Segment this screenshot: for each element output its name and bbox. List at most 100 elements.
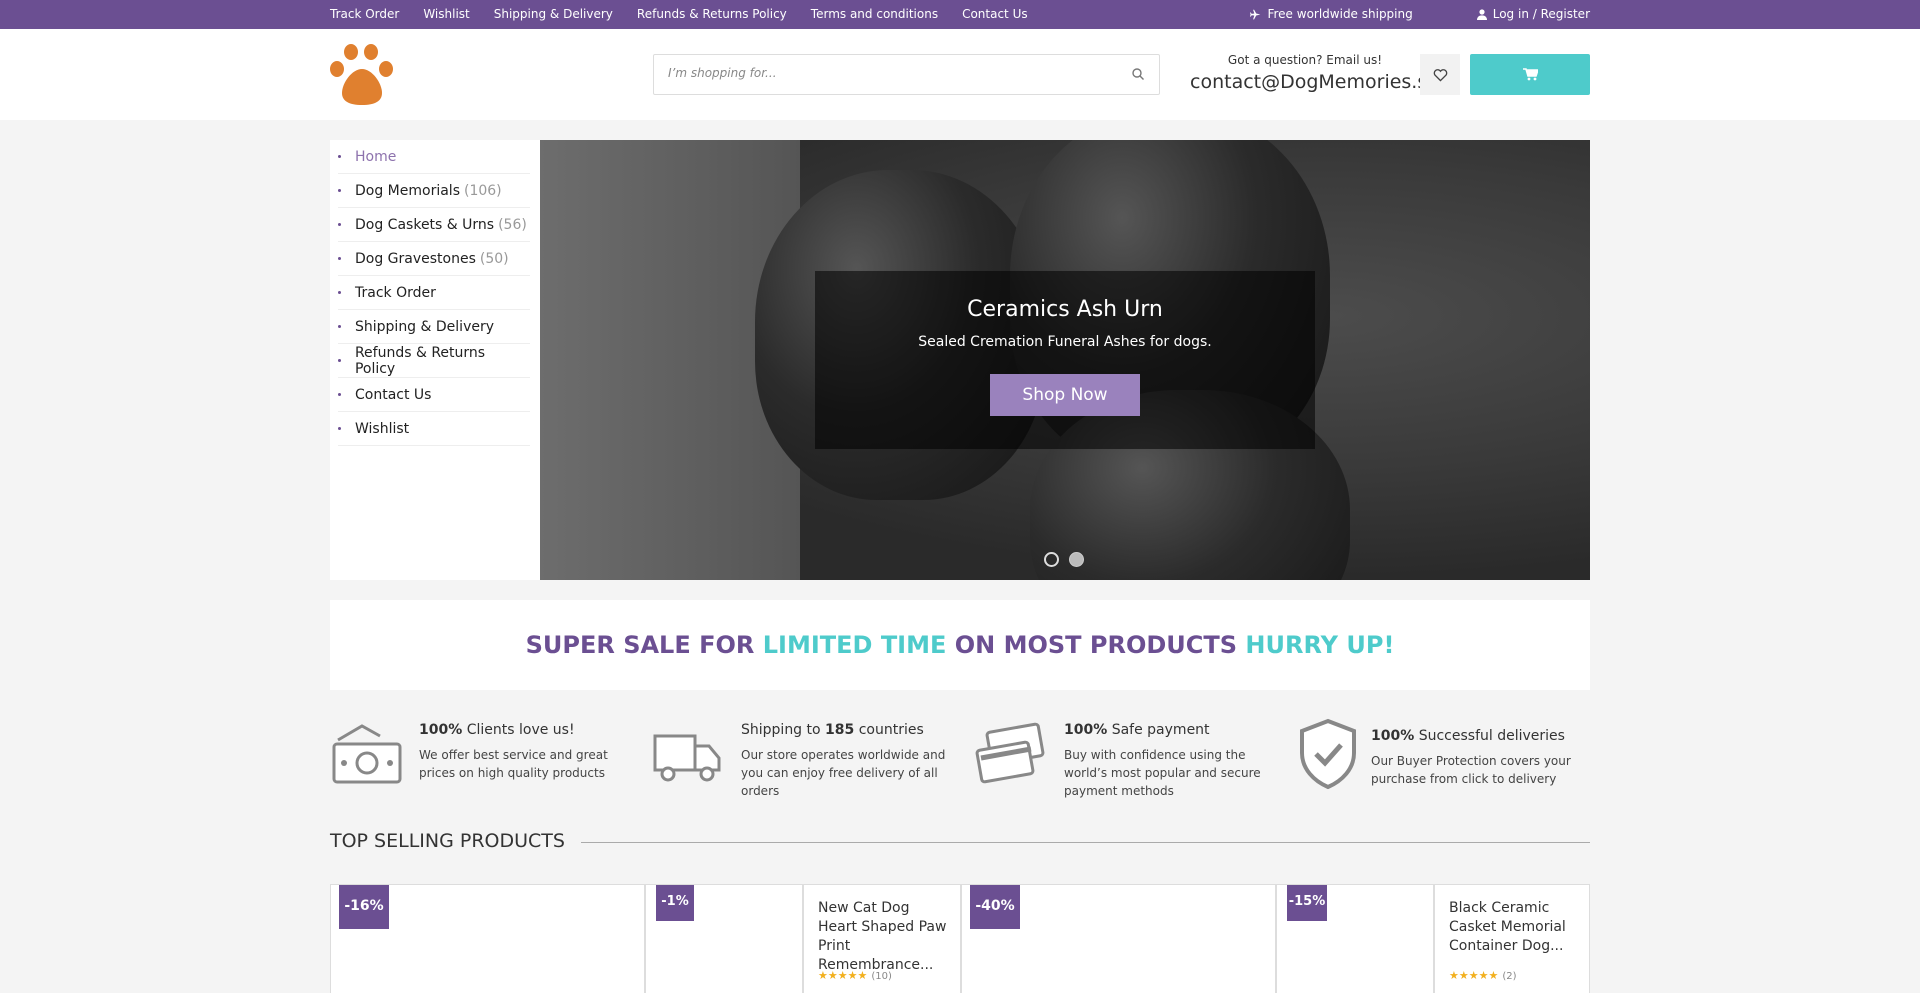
top-link-terms[interactable]: Terms and conditions <box>811 7 938 21</box>
bullet <box>338 189 341 192</box>
top-selling-header: TOP SELLING PRODUCTS <box>330 830 1590 856</box>
top-link-shipping[interactable]: Shipping & Delivery <box>494 7 613 21</box>
bullet <box>338 155 341 158</box>
heart-icon <box>1433 68 1447 82</box>
feature-title: Successful deliveries <box>1414 728 1565 744</box>
top-link-wishlist[interactable]: Wishlist <box>423 7 469 21</box>
credit-card-icon <box>975 722 1045 784</box>
feature-bold: 100% <box>1064 722 1108 738</box>
review-count: (10) <box>871 971 892 982</box>
sidebar-item-track-order[interactable]: Track Order <box>338 276 530 310</box>
contact-question: Got a question? Email us! <box>1227 53 1383 67</box>
feature-bold: 185 <box>825 722 855 738</box>
feature-desc: Our Buyer Protection covers your purchas… <box>1371 754 1571 786</box>
shop-now-button[interactable]: Shop Now <box>990 374 1140 416</box>
slider-dot-2[interactable] <box>1069 552 1084 567</box>
login-register-link[interactable]: Log in / Register <box>1476 7 1590 21</box>
sale-text-1: SUPER SALE FOR <box>525 631 763 659</box>
heading-divider <box>576 842 1590 843</box>
search-box <box>653 54 1160 95</box>
sidebar-item-label: Contact Us <box>355 386 432 403</box>
feature-desc: We offer best service and great prices o… <box>419 748 608 780</box>
top-right: Free worldwide shipping Log in / Registe… <box>1250 7 1590 21</box>
sale-text-3: ON MOST PRODUCTS <box>946 631 1246 659</box>
top-link-refunds[interactable]: Refunds & Returns Policy <box>637 7 787 21</box>
feature-title: Clients love us! <box>462 722 575 738</box>
product-grid: -16% -1% New Cat Dog Heart Shaped Paw Pr… <box>330 884 1590 993</box>
product-card[interactable]: -15% <box>1276 884 1434 993</box>
discount-badge: -15% <box>1287 885 1327 921</box>
cart-button[interactable] <box>1470 54 1590 95</box>
bullet <box>338 223 341 226</box>
sidebar-item-label: Dog Caskets & Urns <box>355 216 495 233</box>
wishlist-button[interactable] <box>1420 54 1460 95</box>
features-row: 100% Clients love us! We offer best serv… <box>330 718 1590 808</box>
product-card[interactable]: -40% <box>961 884 1276 993</box>
contact-block: Got a question? Email us! contact@DogMem… <box>1190 53 1420 93</box>
sidebar-item-dog-memorials[interactable]: Dog Memorials (106) <box>338 174 530 208</box>
sale-banner: SUPER SALE FOR LIMITED TIME ON MOST PROD… <box>330 600 1590 690</box>
slider-dots <box>1044 552 1084 567</box>
top-link-contact[interactable]: Contact Us <box>962 7 1028 21</box>
product-card[interactable]: -16% <box>330 884 645 993</box>
feature-bold: 100% <box>1371 728 1415 744</box>
feature-desc: Buy with confidence using the world’s mo… <box>1064 748 1261 798</box>
sidebar-item-contact-us[interactable]: Contact Us <box>338 378 530 412</box>
product-card[interactable]: -1% <box>645 884 803 993</box>
product-info-card[interactable]: Black Ceramic Casket Memorial Container … <box>1434 884 1590 993</box>
money-icon <box>332 724 402 784</box>
sidebar-item-count: (56) <box>498 216 527 233</box>
sidebar-item-shipping-delivery[interactable]: Shipping & Delivery <box>338 310 530 344</box>
feature-title: Safe payment <box>1107 722 1210 738</box>
sidebar-item-label: Refunds & Returns Policy <box>354 344 486 377</box>
sidebar-item-label: Track Order <box>355 284 436 301</box>
feature-text: 100% Clients love us! We offer best serv… <box>419 722 629 782</box>
top-links: Track Order Wishlist Shipping & Delivery… <box>330 7 1028 21</box>
product-name[interactable]: New Cat Dog Heart Shaped Paw Print Remem… <box>818 899 950 975</box>
product-rating: ★★★★★ (2) <box>1449 969 1516 982</box>
feature-heading: 100% Safe payment <box>1064 722 1274 738</box>
discount-badge: -1% <box>656 885 694 921</box>
plane-icon <box>1250 9 1261 19</box>
slider-dot-1[interactable] <box>1044 552 1059 567</box>
slide-caption: Ceramics Ash Urn Sealed Cremation Funera… <box>815 271 1315 449</box>
feature-title: countries <box>854 722 924 738</box>
sidebar-item-label: Wishlist <box>355 420 410 437</box>
bullet <box>338 291 341 294</box>
product-info-card[interactable]: New Cat Dog Heart Shaped Paw Print Remem… <box>803 884 961 993</box>
slide-subtitle: Sealed Cremation Funeral Ashes for dogs. <box>918 334 1212 350</box>
category-sidebar: Home Dog Memorials (106) Dog Caskets & Ur… <box>330 140 540 580</box>
sidebar-item-refunds-returns[interactable]: Refunds & Returns Policy <box>338 344 530 378</box>
sidebar-item-dog-gravestones[interactable]: Dog Gravestones (50) <box>338 242 530 276</box>
sidebar-item-count: (106) <box>464 182 502 199</box>
feature-bold: 100% <box>419 722 463 738</box>
sidebar-item-home[interactable]: Home <box>338 140 530 174</box>
top-link-track-order[interactable]: Track Order <box>330 7 399 21</box>
slide-title: Ceramics Ash Urn <box>967 297 1163 322</box>
product-rating: ★★★★★ (10) <box>818 969 892 982</box>
top-selling-title: TOP SELLING PRODUCTS <box>330 830 581 852</box>
sidebar-item-label: Home <box>355 148 397 165</box>
sidebar-item-wishlist[interactable]: Wishlist <box>338 412 530 446</box>
free-shipping-text: Free worldwide shipping <box>1267 7 1413 21</box>
contact-email[interactable]: contact@DogMemories.shop <box>1190 71 1420 93</box>
product-name[interactable]: Black Ceramic Casket Memorial Container … <box>1449 899 1579 956</box>
search-input[interactable] <box>668 66 1108 80</box>
sidebar-item-dog-caskets-urns[interactable]: Dog Caskets & Urns (56) <box>338 208 530 242</box>
feature-heading: Shipping to 185 countries <box>741 722 951 738</box>
sidebar-item-count: (50) <box>479 250 509 267</box>
truck-icon <box>653 734 721 782</box>
cart-icon <box>1522 68 1538 81</box>
star-rating: ★★★★★ <box>818 969 868 982</box>
paw-logo[interactable] <box>329 43 395 107</box>
sidebar-item-label: Shipping & Delivery <box>355 318 495 335</box>
discount-badge: -16% <box>339 885 389 929</box>
search-icon[interactable] <box>1131 67 1145 81</box>
top-bar: Track Order Wishlist Shipping & Delivery… <box>0 0 1920 29</box>
user-icon <box>1476 8 1487 20</box>
hero-slider: Ceramics Ash Urn Sealed Cremation Funera… <box>540 140 1590 580</box>
star-rating: ★★★★★ <box>1449 969 1499 982</box>
feature-heading: 100% Successful deliveries <box>1371 728 1581 744</box>
bullet <box>338 359 341 362</box>
sidebar-item-label: Dog Gravestones <box>355 250 476 267</box>
